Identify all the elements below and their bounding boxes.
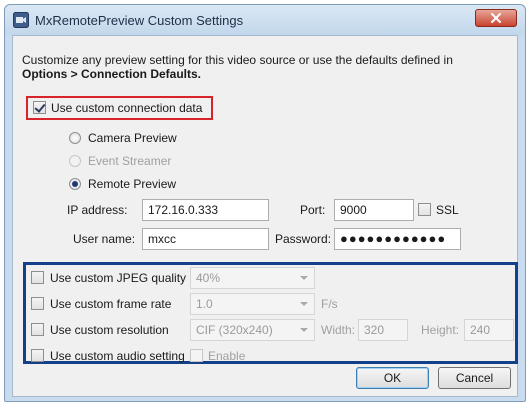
close-icon [491,13,501,23]
frame-rate-select: 1.0 [190,293,315,315]
camera-preview-radio[interactable] [69,132,81,144]
height-label: Height: [421,323,460,337]
use-custom-connection-checkbox[interactable] [33,101,46,114]
camera-app-icon [13,12,29,28]
intro-text: Customize any preview setting for this v… [22,53,502,81]
jpeg-quality-select: 40% [190,267,315,289]
camera-preview-label[interactable]: Camera Preview [88,131,177,145]
ip-address-label: IP address: [67,203,128,217]
width-input: 320 [358,319,408,341]
password-label: Password: [275,232,332,246]
jpeg-quality-value: 40% [196,271,221,285]
use-custom-connection-label[interactable]: Use custom connection data [51,101,202,115]
frame-rate-checkbox[interactable] [31,297,44,310]
close-button[interactable] [475,9,517,27]
resolution-checkbox[interactable] [31,323,44,336]
ok-button[interactable]: OK [356,367,429,389]
jpeg-quality-label[interactable]: Use custom JPEG quality [50,271,186,285]
audio-setting-checkbox[interactable] [31,349,44,362]
password-input[interactable]: ●●●●●●●●●●●● [334,228,461,250]
window-title: MxRemotePreview Custom Settings [35,13,244,28]
audio-setting-label[interactable]: Use custom audio setting [50,349,185,363]
username-label: User name: [73,232,136,246]
username-input[interactable]: mxcc [142,228,269,250]
intro-line-2: Options > Connection Defaults. [22,67,202,81]
remote-preview-radio[interactable] [69,178,81,190]
frame-rate-unit: F/s [321,297,338,311]
frame-rate-label[interactable]: Use custom frame rate [50,297,171,311]
event-streamer-label: Event Streamer [88,154,172,168]
custom-settings-dialog: MxRemotePreview Custom Settings Customiz… [4,4,526,402]
frame-rate-value: 1.0 [196,297,213,311]
ssl-label[interactable]: SSL [436,203,459,217]
ssl-checkbox[interactable] [418,203,431,216]
title-bar[interactable]: MxRemotePreview Custom Settings [5,5,525,35]
audio-enable-checkbox [190,349,203,362]
resolution-label[interactable]: Use custom resolution [50,323,169,337]
audio-enable-label: Enable [208,349,246,363]
height-input: 240 [464,319,514,341]
chevron-down-icon [300,328,308,332]
cancel-button[interactable]: Cancel [438,367,511,389]
jpeg-quality-checkbox[interactable] [31,271,44,284]
dialog-body: Customize any preview setting for this v… [12,35,518,397]
chevron-down-icon [300,302,308,306]
port-label: Port: [300,203,326,217]
resolution-value: CIF (320x240) [196,323,273,337]
resolution-select: CIF (320x240) [190,319,315,341]
ip-address-input[interactable]: 172.16.0.333 [142,199,269,221]
event-streamer-radio [69,155,81,167]
remote-preview-label[interactable]: Remote Preview [88,177,176,191]
width-label: Width: [321,323,356,337]
intro-line-1: Customize any preview setting for this v… [22,53,453,67]
chevron-down-icon [300,276,308,280]
port-input[interactable]: 9000 [334,199,414,221]
